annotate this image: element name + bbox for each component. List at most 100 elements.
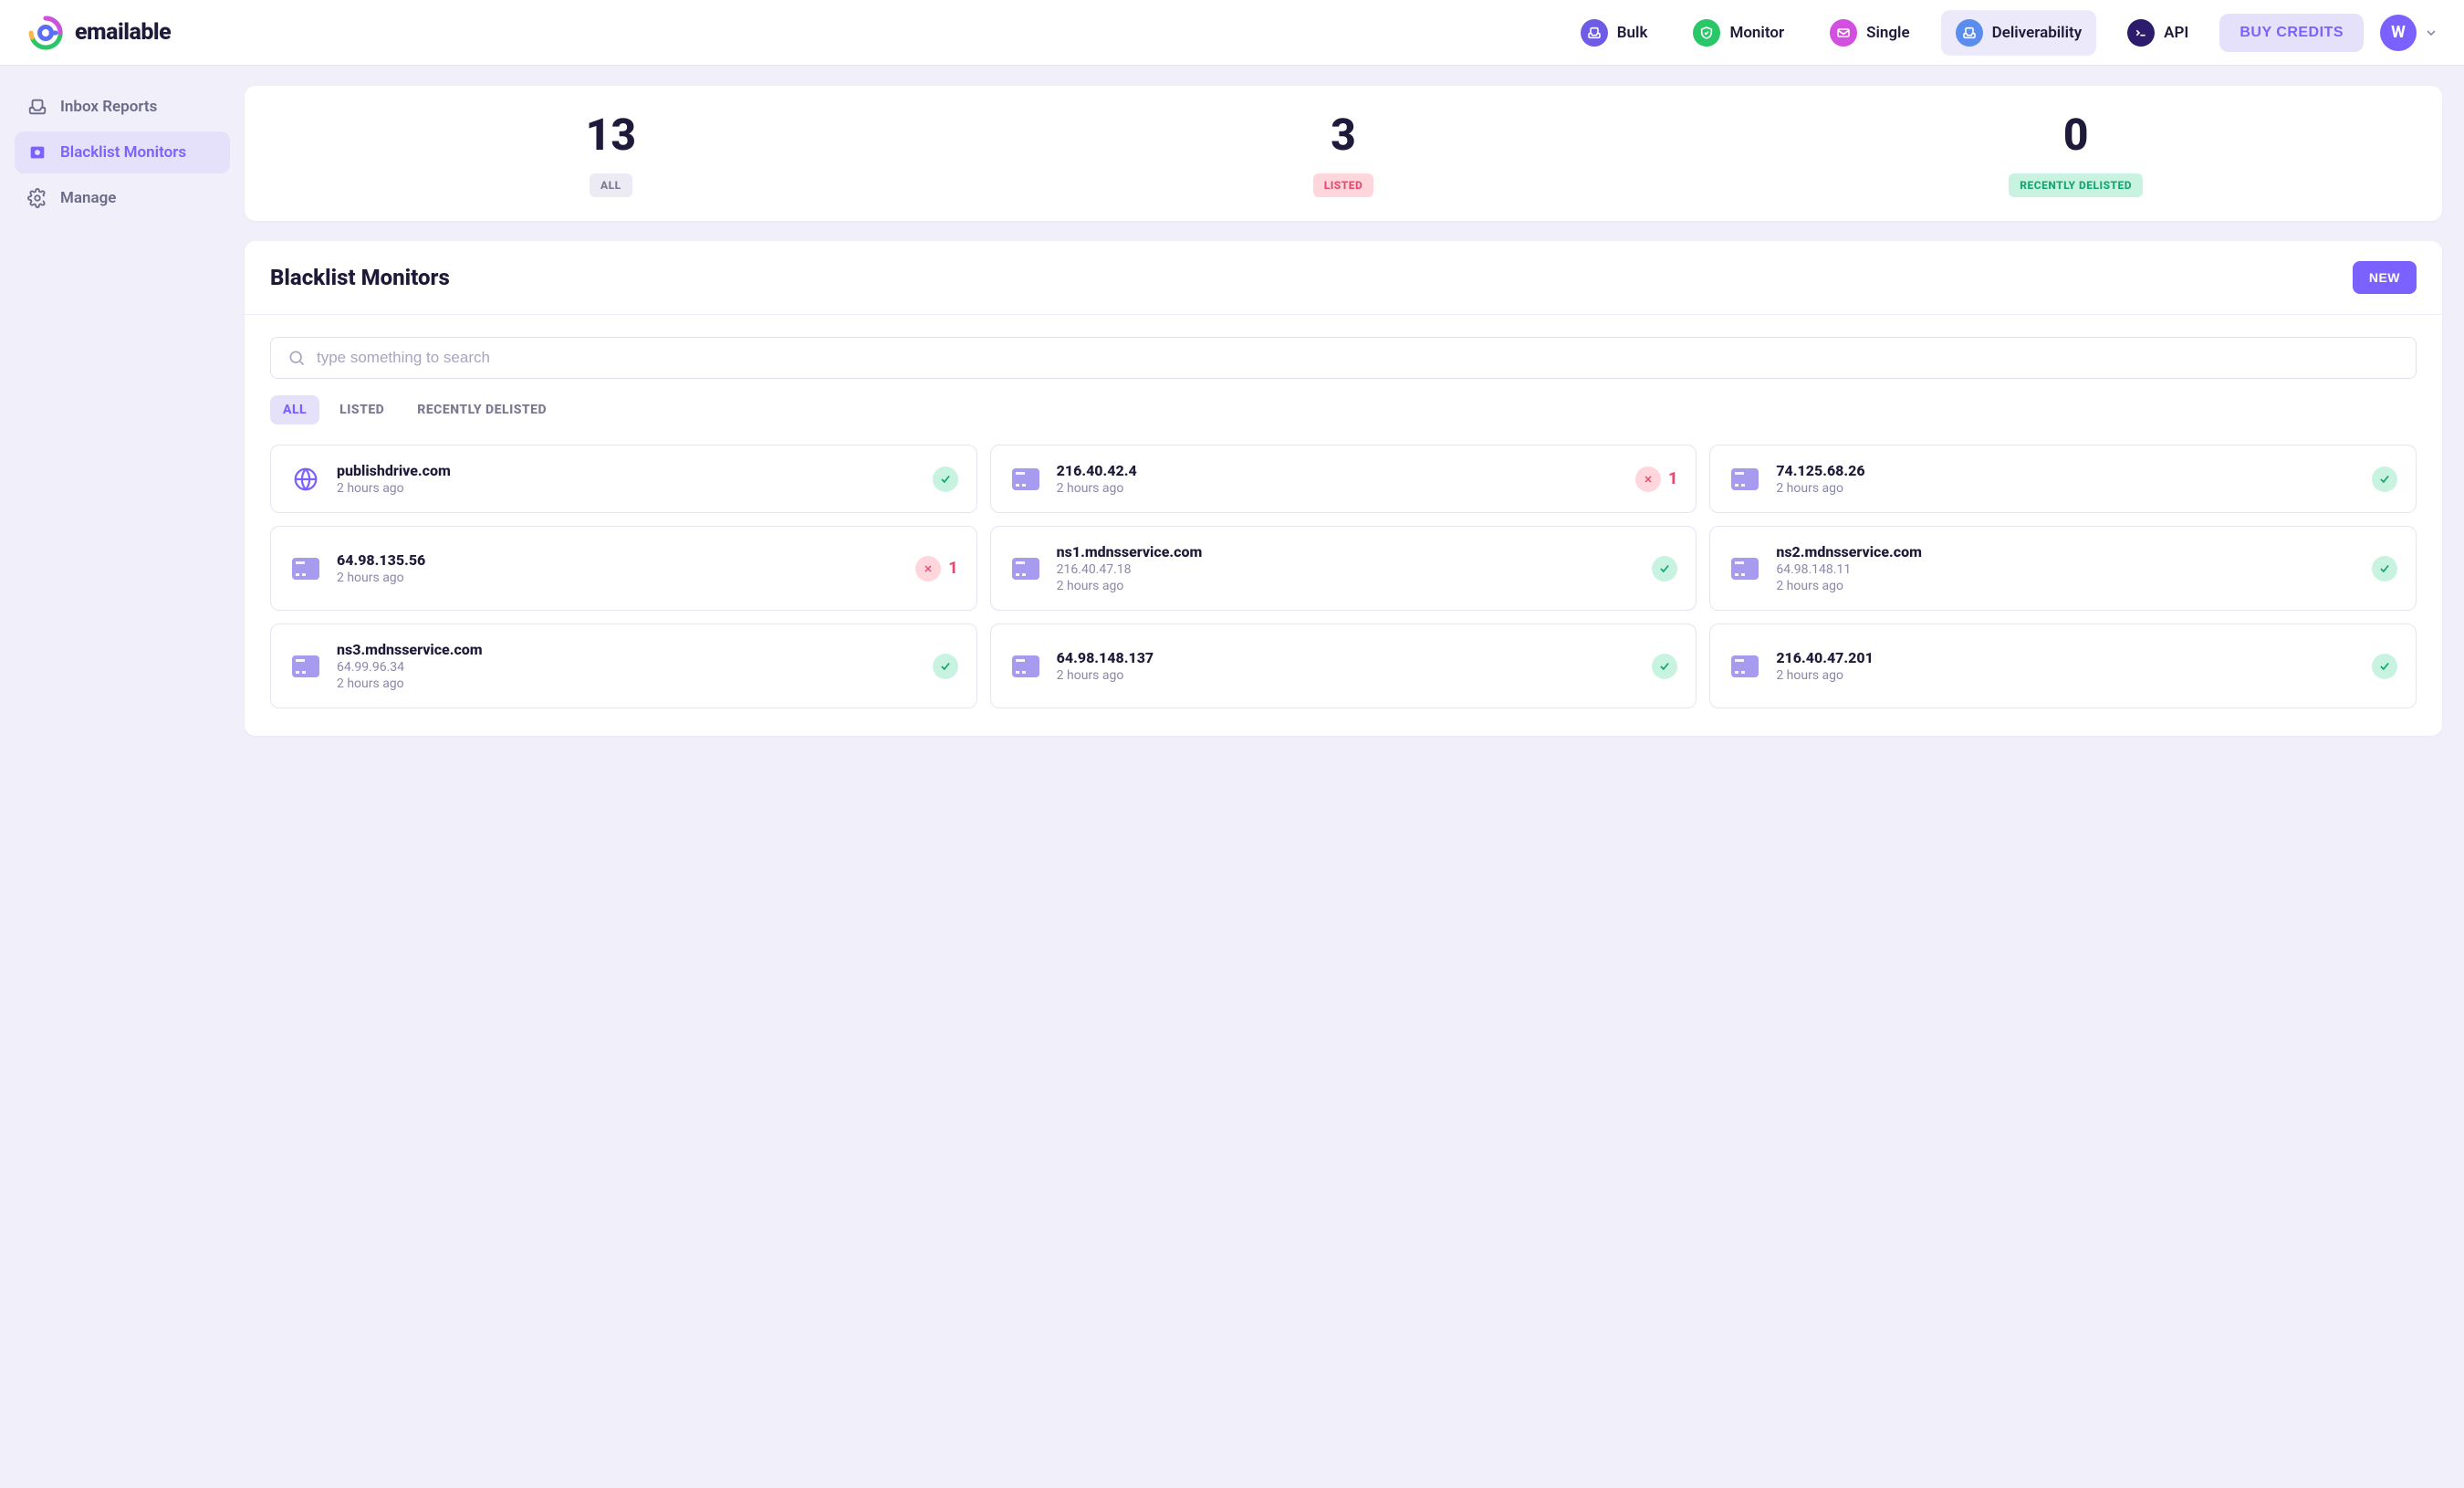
monitor-card[interactable]: 216.40.47.201 2 hours ago bbox=[1709, 623, 2417, 708]
x-icon bbox=[915, 556, 941, 582]
check-icon bbox=[2372, 654, 2397, 679]
stat-listed: 3 LISTED bbox=[977, 113, 1710, 197]
monitor-time: 2 hours ago bbox=[1776, 579, 2357, 593]
monitor-card[interactable]: 74.125.68.26 2 hours ago bbox=[1709, 445, 2417, 513]
check-icon bbox=[2372, 556, 2397, 582]
monitor-status bbox=[1652, 556, 1677, 582]
user-menu[interactable]: W bbox=[2380, 15, 2438, 51]
monitor-time: 2 hours ago bbox=[1776, 668, 2357, 683]
nav-bulk-label: Bulk bbox=[1617, 24, 1648, 42]
server-icon bbox=[1009, 552, 1042, 585]
check-icon bbox=[933, 466, 958, 492]
nav-monitor[interactable]: Monitor bbox=[1678, 10, 1799, 56]
panel-title: Blacklist Monitors bbox=[270, 265, 450, 290]
monitor-card[interactable]: ns3.mdnsservice.com64.99.96.342 hours ag… bbox=[270, 623, 977, 708]
avatar: W bbox=[2380, 15, 2417, 51]
monitor-card-text: ns2.mdnsservice.com64.98.148.112 hours a… bbox=[1776, 543, 2357, 593]
monitor-name: 64.98.148.137 bbox=[1057, 649, 1638, 666]
monitor-card[interactable]: publishdrive.com2 hours ago bbox=[270, 445, 977, 513]
monitor-name: 64.98.135.56 bbox=[337, 551, 901, 569]
globe-icon bbox=[289, 463, 322, 496]
nav-monitor-label: Monitor bbox=[1729, 24, 1784, 42]
stat-value: 0 bbox=[2063, 113, 2089, 157]
check-icon bbox=[1652, 654, 1677, 679]
x-icon bbox=[1635, 466, 1661, 492]
monitor-status bbox=[933, 466, 958, 492]
monitor-status bbox=[933, 654, 958, 679]
server-icon bbox=[1009, 650, 1042, 683]
sidebar-item-inbox-reports[interactable]: Inbox Reports bbox=[15, 86, 230, 128]
logo[interactable]: emailable bbox=[26, 13, 171, 53]
check-icon bbox=[1652, 556, 1677, 582]
tray-icon bbox=[1581, 19, 1608, 47]
monitor-card-text: 64.98.148.137 2 hours ago bbox=[1057, 649, 1638, 683]
monitor-card-text: 216.40.42.42 hours ago bbox=[1057, 462, 1621, 496]
inbox-icon bbox=[1956, 19, 1983, 47]
search-input[interactable] bbox=[317, 349, 2399, 367]
stat-label: RECENTLY DELISTED bbox=[2009, 173, 2143, 197]
monitor-card[interactable]: 216.40.42.42 hours ago 1 bbox=[990, 445, 1697, 513]
nav-bulk[interactable]: Bulk bbox=[1566, 10, 1663, 56]
monitor-name: 74.125.68.26 bbox=[1776, 462, 2357, 479]
monitor-sub: 216.40.47.18 bbox=[1057, 562, 1638, 577]
filter-tabs: ALL LISTED RECENTLY DELISTED bbox=[270, 395, 2417, 424]
sidebar-item-manage[interactable]: Manage bbox=[15, 177, 230, 219]
monitor-time: 2 hours ago bbox=[1057, 481, 1621, 496]
monitor-name: ns1.mdnsservice.com bbox=[1057, 543, 1638, 561]
monitor-name: publishdrive.com bbox=[337, 462, 918, 479]
monitor-card-text: 74.125.68.26 2 hours ago bbox=[1776, 462, 2357, 496]
filter-listed[interactable]: LISTED bbox=[327, 395, 397, 424]
gear-icon bbox=[27, 188, 47, 208]
monitor-time: 2 hours ago bbox=[337, 571, 901, 585]
new-monitor-button[interactable]: NEW bbox=[2353, 261, 2417, 294]
stat-value: 13 bbox=[586, 113, 636, 157]
buy-credits-button[interactable]: BUY CREDITS bbox=[2219, 14, 2364, 52]
nav-deliverability[interactable]: Deliverability bbox=[1941, 10, 2097, 56]
avatar-initial: W bbox=[2391, 23, 2406, 42]
nav-single[interactable]: Single bbox=[1815, 10, 1925, 56]
stat-label: ALL bbox=[590, 173, 632, 197]
monitor-card-text: ns1.mdnsservice.com216.40.47.182 hours a… bbox=[1057, 543, 1638, 593]
panel-header: Blacklist Monitors NEW bbox=[245, 241, 2442, 315]
monitor-status bbox=[2372, 654, 2397, 679]
filter-all[interactable]: ALL bbox=[270, 395, 319, 424]
monitor-time: 2 hours ago bbox=[337, 676, 918, 691]
monitor-grid: publishdrive.com2 hours ago216.40.42.42 … bbox=[270, 445, 2417, 708]
monitor-status: 1 bbox=[915, 556, 957, 582]
server-icon bbox=[1728, 463, 1761, 496]
monitor-time: 2 hours ago bbox=[1776, 481, 2357, 496]
monitor-status: 1 bbox=[1635, 466, 1677, 492]
stat-label: LISTED bbox=[1313, 173, 1374, 197]
server-icon bbox=[1728, 552, 1761, 585]
server-icon bbox=[1009, 463, 1042, 496]
server-icon bbox=[289, 650, 322, 683]
nav-api[interactable]: API bbox=[2113, 10, 2203, 56]
listed-count: 1 bbox=[948, 559, 957, 578]
stats-card: 13 ALL 3 LISTED 0 RECENTLY DELISTED bbox=[245, 86, 2442, 221]
monitor-card[interactable]: ns2.mdnsservice.com64.98.148.112 hours a… bbox=[1709, 526, 2417, 611]
monitor-card-text: 64.98.135.56 2 hours ago bbox=[337, 551, 901, 585]
search-icon bbox=[287, 349, 306, 367]
blacklist-icon bbox=[27, 142, 47, 162]
check-icon bbox=[2372, 466, 2397, 492]
stat-delisted: 0 RECENTLY DELISTED bbox=[1709, 113, 2442, 197]
monitor-time: 2 hours ago bbox=[1057, 668, 1638, 683]
monitor-name: 216.40.47.201 bbox=[1776, 649, 2357, 666]
listed-count: 1 bbox=[1668, 469, 1677, 488]
stat-value: 3 bbox=[1331, 113, 1356, 157]
stat-all: 13 ALL bbox=[245, 113, 977, 197]
monitor-name: ns2.mdnsservice.com bbox=[1776, 543, 2357, 561]
shield-icon bbox=[1693, 19, 1720, 47]
monitor-name: ns3.mdnsservice.com bbox=[337, 641, 918, 658]
sidebar-item-blacklist-monitors[interactable]: Blacklist Monitors bbox=[15, 131, 230, 173]
sidebar: Inbox Reports Blacklist Monitors Manage bbox=[0, 66, 245, 772]
monitor-card[interactable]: 64.98.148.137 2 hours ago bbox=[990, 623, 1697, 708]
tray-icon bbox=[27, 97, 47, 117]
monitor-card[interactable]: ns1.mdnsservice.com216.40.47.182 hours a… bbox=[990, 526, 1697, 611]
search-field[interactable] bbox=[270, 337, 2417, 379]
monitor-card[interactable]: 64.98.135.56 2 hours ago 1 bbox=[270, 526, 977, 611]
server-icon bbox=[289, 552, 322, 585]
header: emailable Bulk Monitor Single Deliverabi… bbox=[0, 0, 2464, 66]
filter-recently-delisted[interactable]: RECENTLY DELISTED bbox=[404, 395, 559, 424]
mail-icon bbox=[1830, 19, 1857, 47]
